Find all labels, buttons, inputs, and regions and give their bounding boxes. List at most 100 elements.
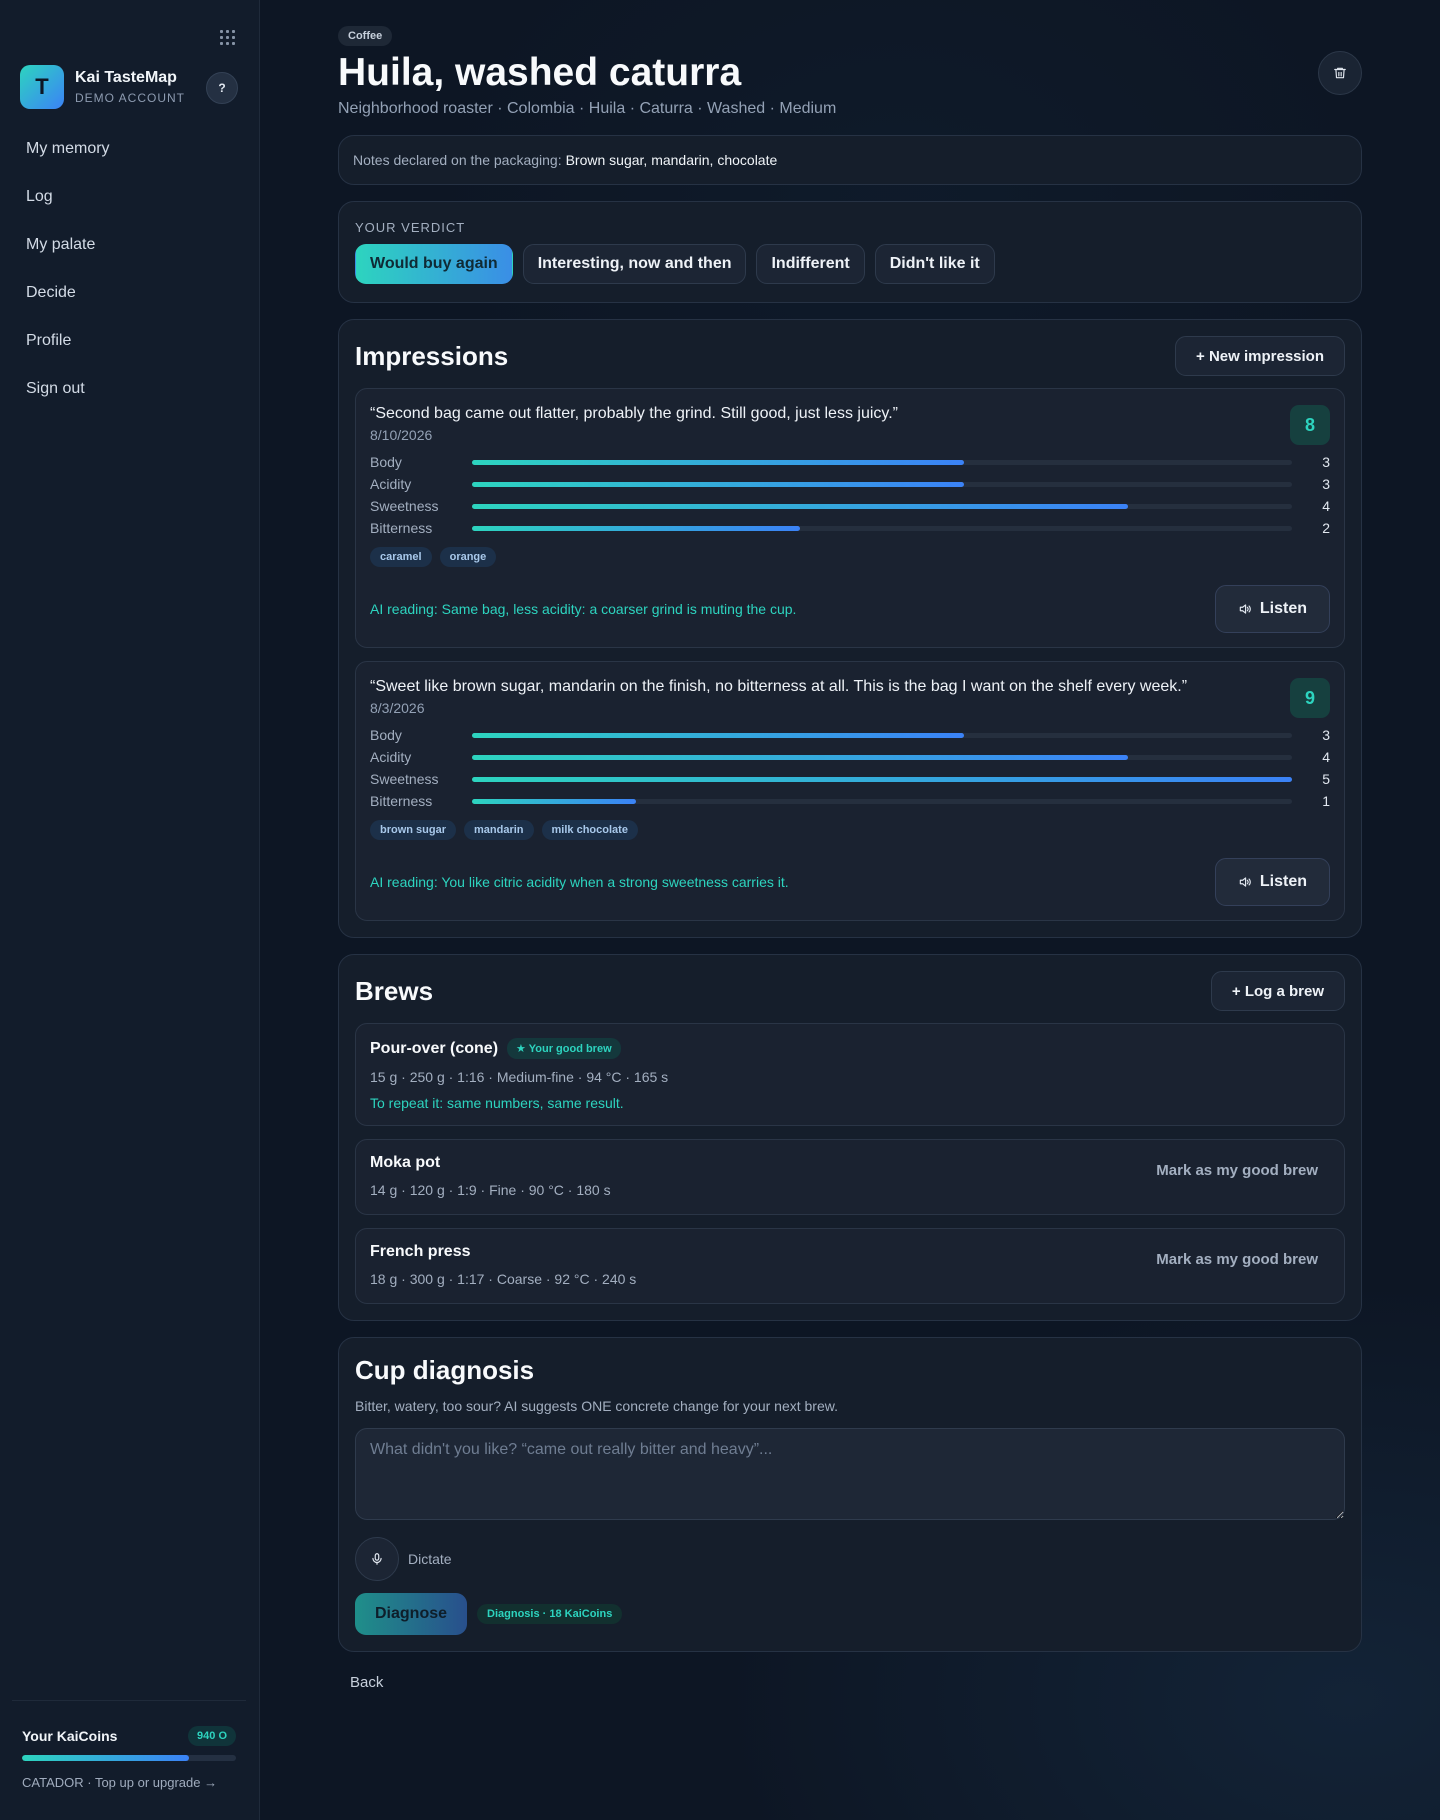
verdict-option-3[interactable]: Indifferent	[756, 244, 865, 284]
metric-value: 5	[1322, 771, 1330, 787]
metric-row: Sweetness 4	[370, 495, 1330, 517]
listen-label: Listen	[1259, 600, 1307, 617]
diagnosis-input[interactable]	[355, 1428, 1345, 1520]
upgrade-link[interactable]: CATADOR · Top up or upgrade →	[22, 1775, 236, 1790]
brew-method: French press	[370, 1243, 471, 1260]
notes-label: Notes declared on the packaging:	[353, 152, 562, 168]
brew-card: French press 18 g · 300 g · 1:17 · Coarse…	[355, 1228, 1345, 1304]
metric-value: 1	[1322, 793, 1330, 809]
impression-quote: “Second bag came out flatter, probably t…	[370, 405, 898, 422]
verdict-option-4[interactable]: Didn't like it	[874, 244, 995, 284]
brew-params: 18 g · 300 g · 1:17 · Coarse · 92 °C · 2…	[370, 1271, 637, 1287]
verdict-panel: YOUR VERDICT Would buy again Interesting,…	[338, 201, 1362, 303]
metric-bar	[472, 481, 1292, 487]
verdict-option-1[interactable]: Would buy again	[355, 244, 513, 284]
metric-bar-fill	[472, 732, 964, 738]
metric-name: Acidity	[370, 476, 412, 492]
apps-grid-icon[interactable]	[216, 26, 238, 48]
metric-name: Sweetness	[370, 498, 439, 514]
metric-value: 3	[1322, 727, 1330, 743]
sidebar-item-my-memory[interactable]: My memory	[26, 138, 110, 186]
impression-score-badge: 8	[1290, 405, 1330, 445]
sidebar: T Kai TasteMap DEMO ACCOUNT ? My memory L…	[0, 0, 260, 1820]
new-impression-button[interactable]: + New impression	[1175, 336, 1345, 376]
metric-bar-fill	[472, 503, 1128, 509]
sidebar-item-my-palate[interactable]: My palate	[26, 234, 110, 282]
delete-button[interactable]	[1318, 51, 1362, 95]
metric-bar-fill	[472, 776, 1292, 782]
brew-hint: To repeat it: same numbers, same result.	[370, 1095, 624, 1111]
diagnosis-title: Cup diagnosis	[355, 1355, 535, 1385]
metric-bar	[472, 503, 1292, 509]
metric-bar	[472, 732, 1292, 738]
cup-diagnosis-section: Cup diagnosis Bitter, watery, too sour? …	[338, 1337, 1362, 1652]
kaicoins-balance-badge: 940 O	[188, 1726, 236, 1746]
dictate-label: Dictate	[408, 1551, 452, 1567]
sidebar-item-log[interactable]: Log	[26, 186, 110, 234]
speaker-icon	[1238, 602, 1252, 616]
metric-bar	[472, 754, 1292, 760]
help-button[interactable]: ?	[206, 72, 238, 104]
metric-value: 2	[1322, 520, 1330, 536]
brews-title: Brews	[355, 975, 434, 1006]
notes-value: Brown sugar, mandarin, chocolate	[565, 152, 778, 168]
metric-name: Sweetness	[370, 771, 439, 787]
mark-good-brew-button[interactable]: Mark as my good brew	[1156, 1162, 1318, 1179]
brew-card: Moka pot 14 g · 120 g · 1:9 · Fine · 90 °…	[355, 1139, 1345, 1215]
metric-name: Bitterness	[370, 793, 433, 809]
impression-quote: “Sweet like brown sugar, mandarin on the…	[370, 678, 1188, 695]
diagnosis-cost-badge: Diagnosis · 18 KaiCoins	[477, 1604, 623, 1624]
metric-name: Body	[370, 727, 402, 743]
brand-name: Kai TasteMap	[75, 69, 177, 86]
diagnose-button[interactable]: Diagnose	[355, 1593, 468, 1635]
listen-label: Listen	[1259, 873, 1307, 890]
flavor-tag: orange	[439, 547, 497, 567]
dictate-button[interactable]	[355, 1537, 399, 1581]
brew-method: Pour-over (cone)	[370, 1039, 499, 1057]
ai-reading: AI reading: You like citric acidity when…	[370, 874, 789, 890]
metric-bar	[472, 776, 1292, 782]
listen-button[interactable]: Listen	[1214, 585, 1330, 633]
kaicoins-progress-fill	[22, 1755, 189, 1761]
page-title: Huila, washed caturra	[338, 51, 742, 94]
flavor-tag: milk chocolate	[541, 820, 638, 840]
impression-score-badge: 9	[1290, 678, 1330, 718]
metric-bar	[472, 525, 1292, 531]
impression-metrics: Body 3 Acidity 3 Sweetness 4 Bitterness 2	[370, 451, 1330, 539]
flavor-tag: caramel	[370, 547, 432, 567]
metric-name: Bitterness	[370, 520, 433, 536]
sidebar-item-decide[interactable]: Decide	[26, 282, 110, 330]
metric-value: 4	[1322, 749, 1330, 765]
listen-button[interactable]: Listen	[1214, 858, 1330, 906]
impression-date: 8/3/2026	[370, 700, 425, 716]
mark-good-brew-button[interactable]: Mark as my good brew	[1156, 1251, 1318, 1268]
brand-logo: T	[20, 65, 64, 109]
kaicoins-title: Your KaiCoins	[22, 1728, 118, 1744]
microphone-icon	[372, 1553, 382, 1565]
metric-bar	[472, 798, 1292, 804]
sidebar-item-profile[interactable]: Profile	[26, 330, 110, 378]
impressions-list: “Second bag came out flatter, probably t…	[355, 388, 1345, 921]
packaging-notes: Notes declared on the packaging: Brown s…	[338, 135, 1362, 185]
brew-method: Moka pot	[370, 1154, 441, 1171]
brew-params: 15 g · 250 g · 1:16 · Medium-fine · 94 °…	[370, 1069, 669, 1085]
metric-row: Body 3	[370, 451, 1330, 473]
impression-card: “Second bag came out flatter, probably t…	[355, 388, 1345, 648]
log-brew-button[interactable]: + Log a brew	[1210, 971, 1345, 1011]
sidebar-item-sign-out[interactable]: Sign out	[26, 378, 110, 426]
category-pill: Coffee	[338, 26, 393, 46]
back-link[interactable]: Back	[350, 1674, 383, 1691]
metric-bar-fill	[472, 459, 964, 465]
metric-row: Bitterness 2	[370, 517, 1330, 539]
verdict-option-2[interactable]: Interesting, now and then	[522, 244, 747, 284]
verdict-options: Would buy again Interesting, now and then…	[355, 244, 1345, 284]
good-brew-badge: ★ Your good brew	[507, 1038, 621, 1059]
impression-date: 8/10/2026	[370, 427, 433, 443]
brand: T Kai TasteMap DEMO ACCOUNT	[20, 65, 185, 109]
kaicoins-panel: Your KaiCoins 940 O CATADOR · Top up or …	[12, 1700, 246, 1790]
brew-params: 14 g · 120 g · 1:9 · Fine · 90 °C · 180 …	[370, 1182, 611, 1198]
brew-title-row: Pour-over (cone) ★ Your good brew	[370, 1038, 1330, 1059]
brews-section: Brews + Log a brew Pour-over (cone) ★ You…	[338, 954, 1362, 1321]
ai-reading: AI reading: Same bag, less acidity: a co…	[370, 601, 797, 617]
metric-bar-fill	[472, 754, 1128, 760]
